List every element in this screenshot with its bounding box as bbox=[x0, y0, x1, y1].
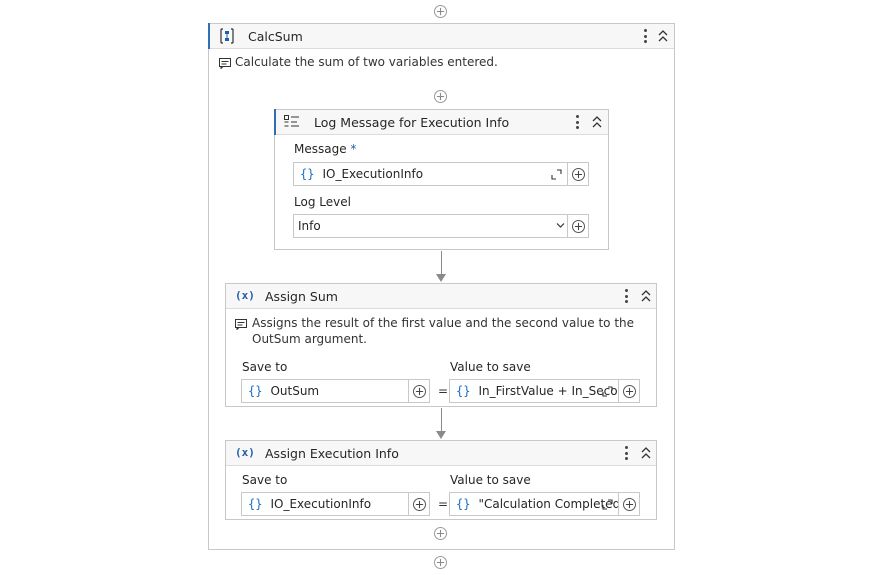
save-to-input[interactable]: {} IO_ExecutionInfo bbox=[241, 492, 409, 516]
save-to-value: OutSum bbox=[270, 384, 320, 398]
add-activity-icon[interactable] bbox=[434, 90, 447, 103]
message-label: Message * bbox=[294, 142, 356, 156]
message-input[interactable]: {} IO_ExecutionInfo bbox=[293, 162, 568, 186]
assign-sum-annotation[interactable]: Assigns the result of the first value an… bbox=[252, 315, 642, 347]
assign-icon: (x) bbox=[235, 289, 255, 302]
required-mark: * bbox=[350, 142, 357, 156]
chevron-down-icon[interactable] bbox=[556, 222, 565, 229]
plus-icon bbox=[622, 497, 636, 511]
value-to-save-label: Value to save bbox=[450, 473, 531, 487]
sequence-icon bbox=[220, 28, 234, 44]
sequence-collapse-icon[interactable] bbox=[657, 29, 669, 43]
assign-exec-more-icon[interactable] bbox=[620, 445, 632, 461]
log-level-add-button[interactable] bbox=[567, 214, 589, 238]
value-add-button[interactable] bbox=[618, 492, 640, 516]
flow-connector bbox=[441, 251, 442, 275]
plus-icon bbox=[622, 384, 636, 398]
selection-accent bbox=[208, 23, 210, 49]
expand-editor-icon[interactable] bbox=[551, 169, 562, 180]
value-to-save-label: Value to save bbox=[450, 360, 531, 374]
value-to-save-value: In_FirstValue + In_SecondValue bbox=[478, 384, 618, 398]
expression-brace-icon: {} bbox=[300, 167, 315, 181]
expand-editor-icon[interactable] bbox=[602, 499, 613, 510]
assign-sum-more-icon[interactable] bbox=[620, 288, 632, 304]
equals-sign: = bbox=[438, 497, 449, 511]
flow-arrow-icon bbox=[436, 274, 446, 282]
expression-brace-icon: {} bbox=[248, 384, 263, 398]
log-level-select[interactable]: Info bbox=[293, 214, 568, 238]
save-to-label: Save to bbox=[242, 473, 288, 487]
message-label-text: Message bbox=[294, 142, 347, 156]
log-level-value: Info bbox=[298, 219, 321, 233]
expression-brace-icon: {} bbox=[456, 497, 471, 511]
assign-exec-collapse-icon[interactable] bbox=[640, 446, 652, 460]
plus-icon bbox=[571, 219, 585, 233]
value-to-save-input[interactable]: {} "Calculation Completed" bbox=[449, 492, 619, 516]
expression-brace-icon: {} bbox=[456, 384, 471, 398]
expression-brace-icon: {} bbox=[248, 497, 263, 511]
flow-connector bbox=[441, 408, 442, 432]
assign-sum-title[interactable]: Assign Sum bbox=[265, 289, 338, 304]
log-message-accent bbox=[274, 109, 276, 135]
annotation-icon bbox=[235, 319, 247, 330]
plus-icon bbox=[571, 167, 585, 181]
add-activity-bottom-icon[interactable] bbox=[434, 556, 447, 569]
plus-icon bbox=[412, 384, 426, 398]
plus-icon bbox=[412, 497, 426, 511]
log-level-label: Log Level bbox=[294, 195, 351, 209]
message-add-button[interactable] bbox=[567, 162, 589, 186]
add-activity-top-icon[interactable] bbox=[434, 5, 447, 18]
assign-sum-collapse-icon[interactable] bbox=[640, 289, 652, 303]
annotation-icon bbox=[219, 58, 231, 69]
log-message-collapse-icon[interactable] bbox=[591, 115, 603, 129]
equals-sign: = bbox=[438, 384, 449, 398]
assign-icon: (x) bbox=[235, 446, 255, 459]
sequence-title[interactable]: CalcSum bbox=[248, 29, 303, 44]
value-to-save-input[interactable]: {} In_FirstValue + In_SecondValue bbox=[449, 379, 619, 403]
log-message-icon bbox=[284, 115, 299, 127]
save-to-value: IO_ExecutionInfo bbox=[270, 497, 372, 511]
sequence-more-icon[interactable] bbox=[639, 28, 651, 44]
save-to-label: Save to bbox=[242, 360, 288, 374]
save-to-add-button[interactable] bbox=[408, 379, 430, 403]
add-activity-icon[interactable] bbox=[434, 527, 447, 540]
assign-exec-title[interactable]: Assign Execution Info bbox=[265, 446, 399, 461]
save-to-input[interactable]: {} OutSum bbox=[241, 379, 409, 403]
sequence-annotation[interactable]: Calculate the sum of two variables enter… bbox=[235, 54, 498, 70]
message-input-value: IO_ExecutionInfo bbox=[322, 167, 424, 181]
save-to-add-button[interactable] bbox=[408, 492, 430, 516]
log-message-title[interactable]: Log Message for Execution Info bbox=[314, 115, 509, 130]
log-message-more-icon[interactable] bbox=[571, 114, 583, 130]
flow-arrow-icon bbox=[436, 431, 446, 439]
value-to-save-value: "Calculation Completed" bbox=[478, 497, 618, 511]
value-add-button[interactable] bbox=[618, 379, 640, 403]
expand-editor-icon[interactable] bbox=[602, 386, 613, 397]
